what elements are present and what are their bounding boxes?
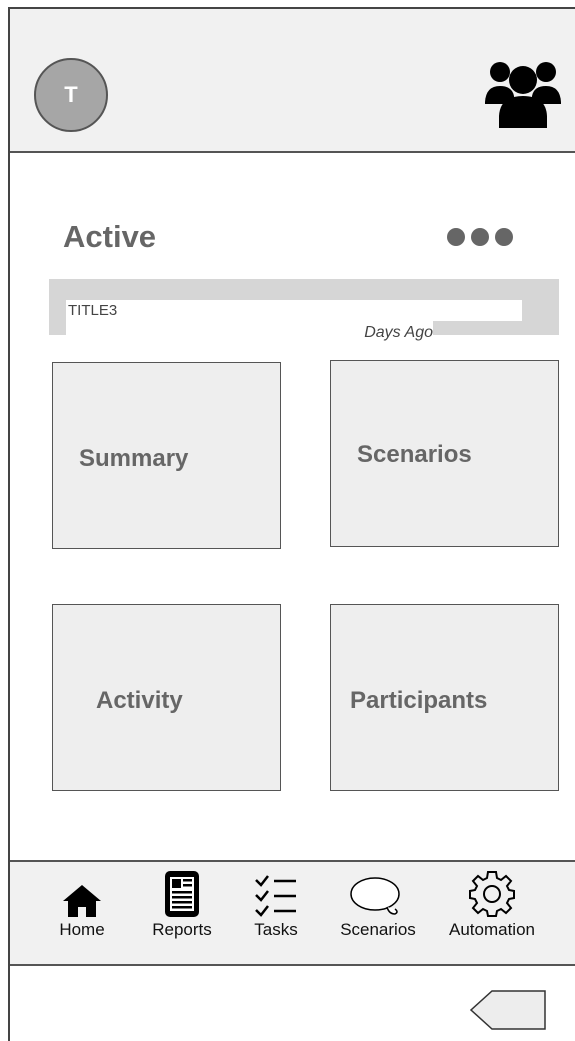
activity-tile[interactable]: Activity <box>52 604 281 791</box>
speech-bubble-icon <box>350 877 400 915</box>
back-arrow-button[interactable] <box>470 990 546 1030</box>
tab-scenarios[interactable]: Scenarios <box>330 866 426 940</box>
item-subtitle: Days Ago <box>66 321 433 341</box>
dot <box>471 228 489 246</box>
tab-label: Automation <box>449 920 535 939</box>
dot <box>495 228 513 246</box>
tab-automation[interactable]: Automation <box>440 866 544 940</box>
tab-reports[interactable]: Reports <box>146 866 218 940</box>
tab-label: Reports <box>152 920 212 939</box>
dot <box>447 228 465 246</box>
home-icon <box>63 885 101 917</box>
gear-icon <box>469 871 515 917</box>
summary-tile[interactable]: Summary <box>52 362 281 549</box>
tasks-icon <box>255 875 296 917</box>
more-options-icon[interactable] <box>447 228 513 246</box>
tab-label: Home <box>59 920 105 939</box>
people-icon[interactable] <box>485 58 561 128</box>
tile-label: Activity <box>96 687 183 714</box>
section-title: Active <box>63 219 157 254</box>
avatar[interactable]: T <box>34 58 108 132</box>
tab-label: Tasks <box>254 920 298 939</box>
tab-tasks[interactable]: Tasks <box>244 866 308 940</box>
tab-home[interactable]: Home <box>52 866 112 940</box>
participants-tile[interactable]: Participants <box>330 604 559 791</box>
tile-label: Summary <box>79 445 189 472</box>
reports-icon <box>165 871 199 917</box>
tile-label: Participants <box>350 687 488 714</box>
tab-label: Scenarios <box>340 920 416 939</box>
item-title: TITLE3 <box>66 300 522 321</box>
tile-label: Scenarios <box>357 441 472 468</box>
scenarios-tile[interactable]: Scenarios <box>330 360 559 547</box>
